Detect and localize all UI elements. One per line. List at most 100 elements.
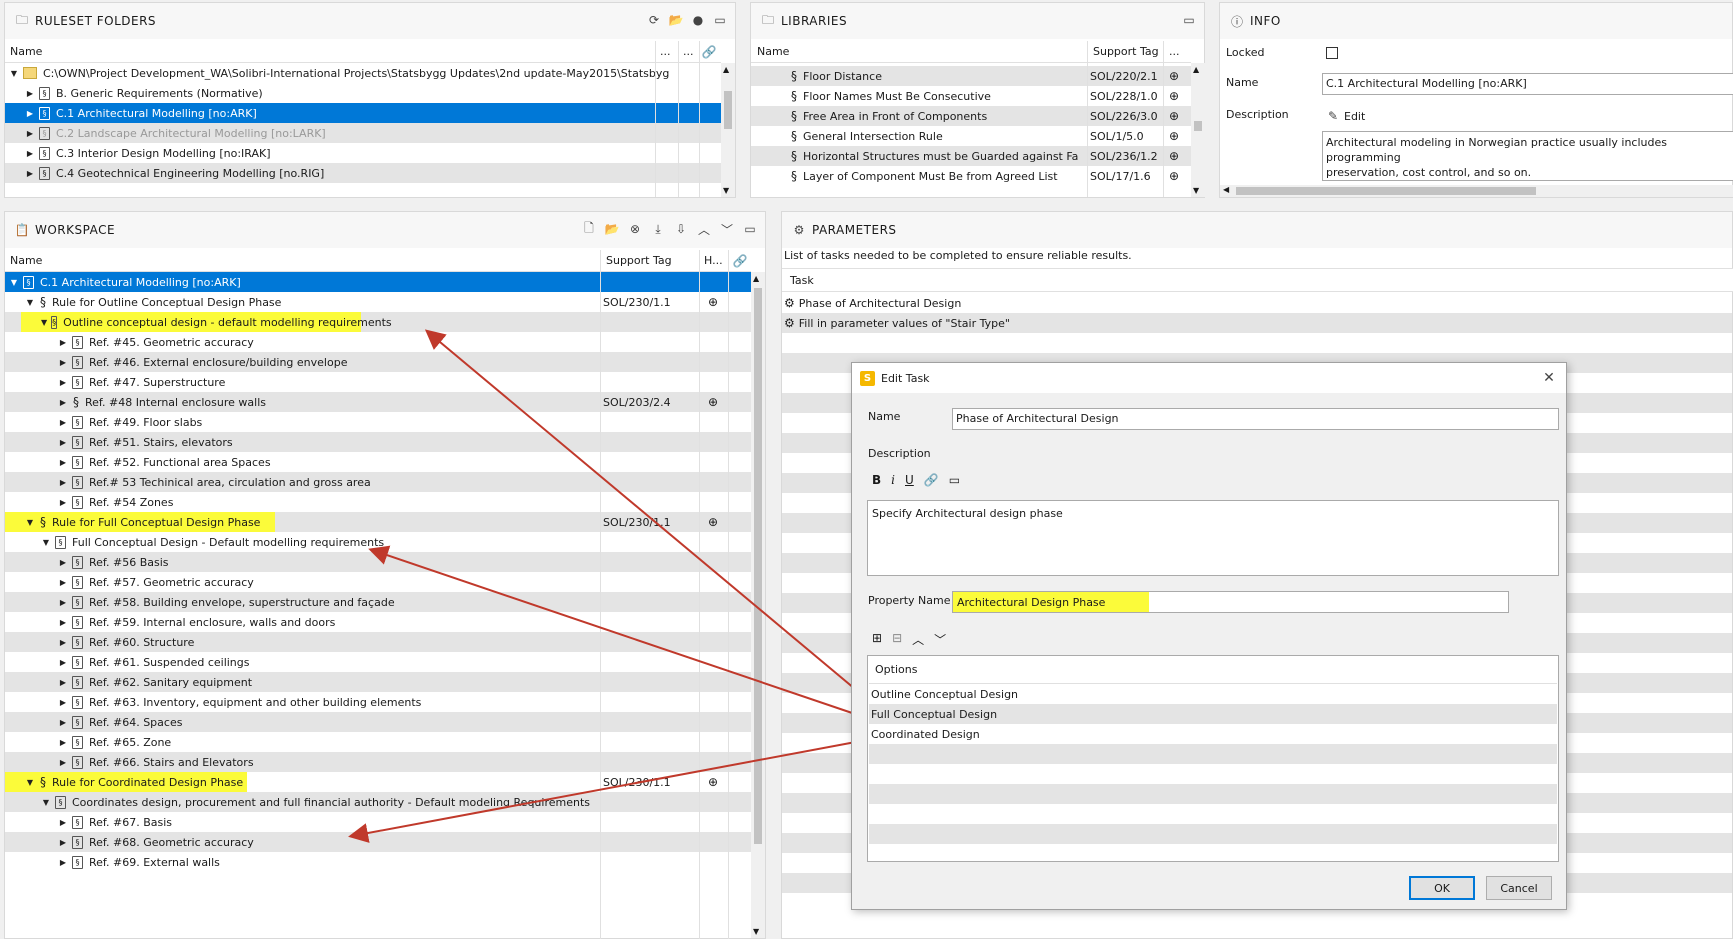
collapse-arrow-icon[interactable]: ▼ [41, 318, 47, 327]
expand-arrow-icon[interactable]: ▶ [58, 578, 68, 587]
expand-arrow-icon[interactable]: ▶ [58, 698, 68, 707]
task-row[interactable]: ⚙ Fill in parameter values of "Stair Type… [782, 313, 1732, 333]
ruleset-row[interactable]: ▶ § C.4 Geotechnical Engineering Modelling… [5, 163, 721, 183]
workspace-row[interactable]: ▶ § Ref. #59. Internal enclosure, walls an… [5, 612, 751, 632]
expand-arrow-icon[interactable]: ▶ [58, 418, 68, 427]
info-hscrollbar[interactable]: ◀ [1220, 185, 1733, 197]
libraries-scrollbar[interactable]: ▲ ▼ [1191, 63, 1205, 197]
attachment-icon[interactable]: 🔗 [733, 254, 748, 268]
workspace-row[interactable]: ▶ § Ref. #56 Basis [5, 552, 751, 572]
move-down-icon[interactable]: ﹀ [934, 631, 946, 648]
collapse-arrow-icon[interactable]: ▼ [9, 69, 19, 78]
option-row[interactable]: Full Conceptual Design [869, 704, 1557, 724]
expand-arrow-icon[interactable]: ▶ [58, 658, 68, 667]
col-name[interactable]: Name [10, 254, 42, 267]
remove-option-icon[interactable]: ⊟ [892, 631, 902, 648]
expand-arrow-icon[interactable]: ▶ [58, 558, 68, 567]
workspace-row[interactable]: ▶ § Ref. #69. External walls [5, 852, 751, 872]
refresh-icon[interactable]: ⟳ [647, 13, 661, 27]
workspace-row[interactable]: ▶ § Ref. #49. Floor slabs [5, 412, 751, 432]
col-name[interactable]: Name [10, 45, 42, 58]
collapse-arrow-icon[interactable]: ▼ [25, 298, 35, 307]
workspace-row[interactable]: ▶ § Ref. #48 Internal enclosure walls SOL/2… [5, 392, 751, 412]
col-dots[interactable]: ... [1169, 45, 1180, 58]
col-task[interactable]: Task [790, 274, 814, 287]
link-icon[interactable]: 🔗 [924, 473, 939, 487]
expand-arrow-icon[interactable]: ▶ [58, 678, 68, 687]
move-up-icon[interactable]: ︿ [912, 631, 924, 648]
new-file-icon[interactable]: 🗋 [582, 221, 596, 236]
workspace-row[interactable]: ▼ § Rule for Outline Conceptual Design Pha… [5, 292, 751, 312]
italic-icon[interactable]: i [891, 473, 895, 487]
open-folder-icon[interactable]: 📂 [605, 222, 620, 236]
collapse-arrow-icon[interactable]: ▼ [41, 798, 51, 807]
workspace-row[interactable]: ▶ § Ref. #67. Basis [5, 812, 751, 832]
workspace-row[interactable]: ▶ § Ref. #45. Geometric accuracy [5, 332, 751, 352]
ruleset-row[interactable]: ▶ § C.1 Architectural Modelling [no:ARK] [5, 103, 721, 123]
col-h[interactable]: H... [704, 254, 723, 267]
col-dots-2[interactable]: ... [683, 45, 694, 58]
collapse-arrow-icon[interactable]: ▼ [25, 778, 35, 787]
table-icon[interactable]: ▭ [949, 473, 960, 487]
workspace-scrollbar[interactable]: ▲ ▼ [751, 272, 765, 938]
locked-checkbox[interactable] [1326, 47, 1338, 59]
library-row[interactable]: § Horizontal Structures must be Guarded a… [751, 146, 1191, 166]
workspace-row[interactable]: ▶ § Ref. #54 Zones [5, 492, 751, 512]
expand-arrow-icon[interactable]: ▶ [58, 498, 68, 507]
workspace-row[interactable]: ▶ § Ref. #52. Functional area Spaces [5, 452, 751, 472]
workspace-row[interactable]: ▼ § Full Conceptual Design - Default model… [5, 532, 751, 552]
collapse-arrow-icon[interactable]: ▼ [25, 518, 35, 527]
expand-arrow-icon[interactable]: ▶ [58, 598, 68, 607]
property-name-field[interactable]: Architectural Design Phase [952, 591, 1509, 613]
workspace-row[interactable]: ▶ § Ref. #51. Stairs, elevators [5, 432, 751, 452]
task-row[interactable]: ⚙ Phase of Architectural Design [782, 293, 1732, 313]
ruleset-row[interactable]: ▼ C:\OWN\Project Development_WA\Solibri-I… [5, 63, 721, 83]
expand-arrow-icon[interactable]: ▶ [58, 858, 68, 867]
cancel-button[interactable]: Cancel [1486, 876, 1552, 900]
option-row[interactable]: Outline Conceptual Design [869, 684, 1557, 704]
workspace-row[interactable]: ▶ § Ref. #58. Building envelope, superstru… [5, 592, 751, 612]
record-icon[interactable]: ● [691, 13, 705, 27]
maximize-icon[interactable]: ▭ [713, 13, 727, 27]
underline-icon[interactable]: U [905, 473, 914, 487]
workspace-row[interactable]: ▶ § Ref. #63. Inventory, equipment and oth… [5, 692, 751, 712]
download-icon[interactable]: ⤓ [651, 222, 665, 236]
bold-icon[interactable]: B [872, 473, 881, 487]
expand-arrow-icon[interactable]: ▶ [25, 149, 35, 158]
expand-arrow-icon[interactable]: ▶ [58, 338, 68, 347]
expand-arrow-icon[interactable]: ▶ [58, 758, 68, 767]
save-icon[interactable]: ⇩ [674, 222, 688, 236]
col-name[interactable]: Name [757, 45, 789, 58]
ruleset-row[interactable]: ▶ § B. Generic Requirements (Normative) [5, 83, 721, 103]
info-name-field[interactable]: C.1 Architectural Modelling [no:ARK] [1322, 73, 1733, 95]
library-row[interactable]: § Floor Distance SOL/220/2.1 ⊕ [751, 66, 1191, 86]
expand-arrow-icon[interactable]: ▶ [25, 129, 35, 138]
expand-arrow-icon[interactable]: ▶ [58, 618, 68, 627]
workspace-row[interactable]: ▶ § Ref. #65. Zone [5, 732, 751, 752]
workspace-row[interactable]: ▶ § Ref. #66. Stairs and Elevators [5, 752, 751, 772]
workspace-row[interactable]: ▶ § Ref.# 53 Techinical area, circulation … [5, 472, 751, 492]
expand-arrow-icon[interactable]: ▶ [58, 398, 68, 407]
expand-arrow-icon[interactable]: ▶ [58, 458, 68, 467]
expand-arrow-icon[interactable]: ▶ [25, 109, 35, 118]
workspace-row[interactable]: ▼ § Rule for Coordinated Design Phase SOL/2… [5, 772, 751, 792]
collapse-arrow-icon[interactable]: ▼ [9, 278, 19, 287]
ruleset-row[interactable]: ▶ § C.2 Landscape Architectural Modelling … [5, 123, 721, 143]
workspace-row[interactable]: ▶ § Ref. #47. Superstructure [5, 372, 751, 392]
expand-arrow-icon[interactable]: ▶ [58, 438, 68, 447]
dialog-description-field[interactable]: Specify Architectural design phase [867, 500, 1559, 576]
library-row[interactable]: § Free Area in Front of Components SOL/226… [751, 106, 1191, 126]
workspace-row[interactable]: ▶ § Ref. #57. Geometric accuracy [5, 572, 751, 592]
workspace-row[interactable]: ▶ § Ref. #64. Spaces [5, 712, 751, 732]
library-row[interactable]: § General Intersection Rule SOL/1/5.0 ⊕ [751, 126, 1191, 146]
chevron-up-icon[interactable]: ︿ [697, 222, 711, 237]
expand-arrow-icon[interactable]: ▶ [25, 89, 35, 98]
close-circle-icon[interactable]: ⊗ [628, 222, 642, 236]
attachment-icon[interactable]: 🔗 [702, 45, 717, 59]
workspace-row[interactable]: ▼ § Outline conceptual design - default mo… [5, 312, 751, 332]
col-dots-1[interactable]: ... [660, 45, 671, 58]
add-option-icon[interactable]: ⊞ [872, 631, 882, 648]
workspace-row[interactable]: ▶ § Ref. #61. Suspended ceilings [5, 652, 751, 672]
workspace-row[interactable]: ▶ § Ref. #60. Structure [5, 632, 751, 652]
expand-arrow-icon[interactable]: ▶ [58, 818, 68, 827]
